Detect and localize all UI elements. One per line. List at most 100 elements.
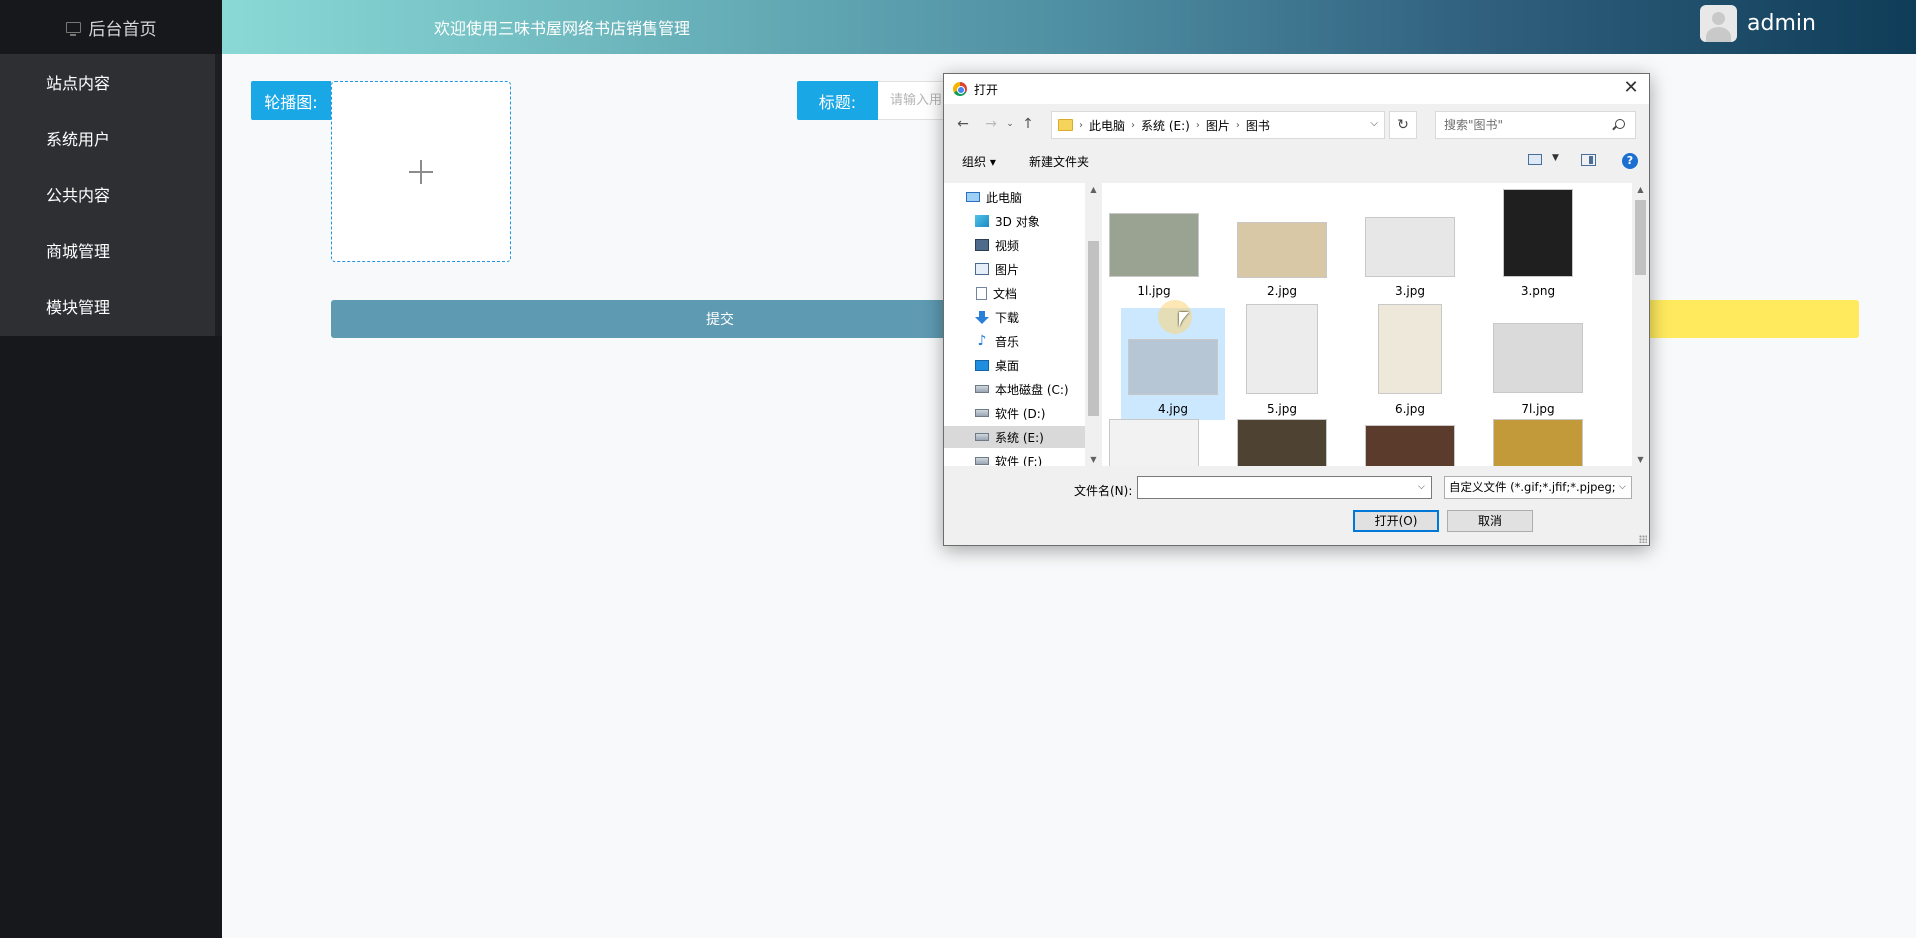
help-icon[interactable]: ? — [1622, 153, 1638, 169]
breadcrumb-separator-icon: › — [1131, 119, 1136, 131]
tree-item-drive-d[interactable]: 软件 (D:) — [944, 402, 1085, 424]
filename-label: 文件名(N): — [1074, 484, 1133, 498]
navigation-scrollbar[interactable]: ▲ ▼ — [1085, 183, 1102, 466]
sidebar-menu-edge — [215, 54, 222, 336]
scroll-down-icon[interactable]: ▼ — [1085, 455, 1102, 464]
dialog-navbar: ← → ⌄ ↑ › 此电脑 › 系统 (E:) › 图片 › 图书 ⌵ ↻ — [944, 110, 1649, 140]
file-item[interactable] — [1102, 419, 1206, 466]
tree-item-drive-e[interactable]: 系统 (E:) — [944, 426, 1085, 448]
top-header: 欢迎使用三味书屋网络书店销售管理 admin — [222, 0, 1916, 54]
scrollbar-thumb[interactable] — [1088, 241, 1099, 416]
sidebar-item-mall-management[interactable]: 商城管理 — [0, 222, 215, 278]
file-grid-scrollbar[interactable]: ▲ ▼ — [1632, 183, 1649, 466]
caret-down-icon[interactable]: ▼ — [1552, 153, 1559, 163]
search-input[interactable] — [1435, 111, 1636, 139]
filetype-select[interactable]: 自定义文件 (*.gif;*.jfif;*.pjpeg; — [1444, 476, 1632, 499]
search-icon[interactable] — [1615, 119, 1625, 129]
file-item[interactable]: 5.jpg — [1230, 301, 1334, 416]
tree-item-documents[interactable]: 文档 — [944, 282, 1085, 304]
sidebar: 后台首页 站点内容 系统用户 公共内容 商城管理 模块管理 — [0, 0, 222, 938]
scroll-down-icon[interactable]: ▼ — [1632, 455, 1649, 464]
refresh-icon[interactable]: ↻ — [1389, 111, 1417, 139]
tree-item-downloads[interactable]: 下载 — [944, 306, 1085, 328]
file-item[interactable]: 1l.jpg — [1102, 183, 1206, 298]
tree-item-drive-f[interactable]: 软件 (F:) — [944, 450, 1085, 466]
tree-item-desktop[interactable]: 桌面 — [944, 354, 1085, 376]
tree-item-label: 3D 对象 — [995, 214, 1040, 229]
tree-item-pictures[interactable]: 图片 — [944, 258, 1085, 280]
drive-icon — [975, 409, 989, 417]
tree-item-label: 桌面 — [995, 358, 1020, 373]
chrome-icon — [953, 82, 967, 96]
file-thumbnail — [1378, 304, 1442, 394]
username[interactable]: admin — [1747, 11, 1816, 36]
tree-item-videos[interactable]: 视频 — [944, 234, 1085, 256]
scroll-up-icon[interactable]: ▲ — [1085, 185, 1102, 194]
file-name: 1l.jpg — [1137, 284, 1171, 298]
recent-locations-chevron-icon[interactable]: ⌄ — [1001, 115, 1019, 133]
back-arrow-icon[interactable]: ← — [954, 115, 972, 133]
chevron-down-icon[interactable]: ⌵ — [1418, 482, 1425, 492]
tree-item-drive-c[interactable]: 本地磁盘 (C:) — [944, 378, 1085, 400]
tree-item-this-pc[interactable]: 此电脑 — [944, 186, 1085, 208]
file-item[interactable]: 3.png — [1486, 183, 1590, 298]
avatar[interactable] — [1700, 5, 1737, 42]
view-mode-icon[interactable] — [1528, 154, 1542, 165]
file-thumbnail — [1493, 323, 1583, 393]
address-bar[interactable]: › 此电脑 › 系统 (E:) › 图片 › 图书 ⌵ — [1051, 111, 1385, 139]
tree-item-label: 文档 — [993, 286, 1018, 301]
file-item[interactable]: 3.jpg — [1358, 183, 1462, 298]
tree-item-label: 软件 (D:) — [995, 406, 1046, 421]
up-arrow-icon[interactable]: ↑ — [1019, 115, 1037, 133]
user-menu[interactable]: admin — [1700, 5, 1816, 42]
close-icon[interactable]: ✕ — [1621, 78, 1641, 98]
cancel-button[interactable]: 取消 — [1447, 510, 1533, 532]
file-item[interactable]: 2.jpg — [1230, 183, 1334, 298]
sidebar-item-module-management[interactable]: 模块管理 — [0, 278, 215, 334]
tree-item-label: 下载 — [995, 310, 1020, 325]
file-thumbnail — [1109, 213, 1199, 277]
preview-pane-icon[interactable] — [1581, 154, 1596, 166]
sidebar-item-system-users[interactable]: 系统用户 — [0, 110, 215, 166]
file-item[interactable]: 6.jpg — [1358, 301, 1462, 416]
filename-input[interactable] — [1137, 476, 1432, 499]
navigation-pane: 此电脑 3D 对象 视频 图片 文档 下载 ♪ 音乐 桌面 本地磁盘 (C:) … — [944, 183, 1085, 466]
tree-item-label: 图片 — [995, 262, 1020, 277]
breadcrumb-books[interactable]: 图书 — [1246, 117, 1270, 134]
sidebar-home-link[interactable]: 后台首页 — [0, 0, 222, 54]
file-thumbnail — [1246, 304, 1318, 394]
file-item[interactable] — [1230, 419, 1334, 466]
breadcrumb-system-drive[interactable]: 系统 (E:) — [1141, 117, 1190, 134]
file-item[interactable] — [1486, 419, 1590, 466]
image-upload-box[interactable] — [331, 81, 511, 262]
open-button[interactable]: 打开(O) — [1353, 510, 1439, 532]
title-input[interactable] — [878, 81, 948, 120]
organize-button[interactable]: 组织 ▾ — [962, 153, 996, 170]
file-name: 6.jpg — [1394, 402, 1426, 416]
sidebar-item-public-content[interactable]: 公共内容 — [0, 166, 215, 222]
dialog-titlebar[interactable]: 打开 ✕ — [944, 74, 1649, 104]
forward-arrow-icon[interactable]: → — [982, 115, 1000, 133]
scrollbar-thumb[interactable] — [1635, 200, 1646, 275]
new-folder-button[interactable]: 新建文件夹 — [1029, 153, 1089, 170]
tree-item-label: 视频 — [995, 238, 1020, 253]
file-item[interactable]: 7l.jpg — [1486, 301, 1590, 416]
breadcrumb-pictures[interactable]: 图片 — [1206, 117, 1230, 134]
scroll-up-icon[interactable]: ▲ — [1632, 185, 1649, 194]
file-name: 5.jpg — [1266, 402, 1298, 416]
chevron-down-icon[interactable]: ⌵ — [1619, 482, 1626, 492]
computer-icon — [966, 192, 980, 202]
music-note-icon: ♪ — [977, 333, 987, 349]
chevron-down-icon[interactable]: ⌵ — [1370, 118, 1378, 129]
breadcrumb-separator-icon: › — [1195, 119, 1200, 131]
carousel-label: 轮播图: — [251, 81, 331, 120]
resize-grip-icon[interactable] — [1639, 535, 1647, 543]
tree-item-3d-objects[interactable]: 3D 对象 — [944, 210, 1085, 232]
folder-icon — [1058, 119, 1073, 131]
file-thumbnail — [1503, 189, 1573, 277]
sidebar-item-site-content[interactable]: 站点内容 — [0, 54, 215, 110]
tree-item-music[interactable]: ♪ 音乐 — [944, 330, 1085, 352]
file-item[interactable] — [1358, 419, 1462, 466]
breadcrumb-this-pc[interactable]: 此电脑 — [1089, 117, 1125, 134]
dialog-toolbar: 组织 ▾ 新建文件夹 ▼ ? — [944, 148, 1649, 174]
